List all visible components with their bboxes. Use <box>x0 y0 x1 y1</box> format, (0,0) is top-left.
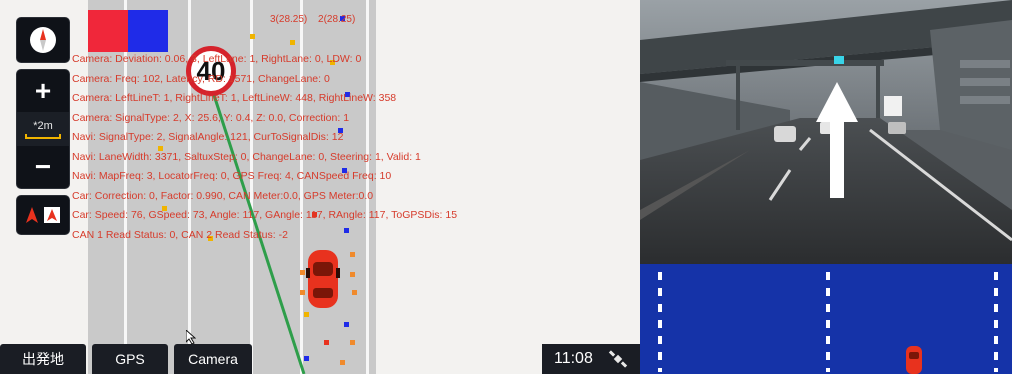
map-view[interactable]: 3(28.25) 2(28.25) 40 Camera: Deviation: … <box>0 0 640 374</box>
camera-button[interactable]: Camera <box>174 344 252 374</box>
lane-coord-label: 2(28.25) <box>318 14 356 25</box>
app-root: 3(28.25) 2(28.25) 40 Camera: Deviation: … <box>0 0 1012 374</box>
map-scale-label: *2m <box>33 119 53 132</box>
lane-dash <box>658 272 662 372</box>
debug-info-overlay: Camera: Deviation: 0.06, 3, LeftLane: 1,… <box>72 50 457 245</box>
debug-line: Camera: SignalType: 2, X: 25.6, Y: 0.4, … <box>72 111 350 124</box>
debug-line: Camera: Deviation: 0.06, 3, LeftLane: 1,… <box>72 53 362 65</box>
origin-button[interactable]: 出発地 <box>0 344 86 374</box>
navigation-arrow-icon <box>26 207 38 223</box>
debug-line: Navi: SignalType: 2, SignalAngle: 121, C… <box>72 131 344 143</box>
lane-dash <box>994 272 998 372</box>
radar-car-marker <box>906 346 922 374</box>
lane-coord-label: 3(28.25) <box>270 14 308 25</box>
debug-line: Camera: LeftLineT: 1, RightLineT: 1, Lef… <box>72 92 397 104</box>
zoom-in-button[interactable]: + <box>17 70 69 112</box>
minus-icon: − <box>34 151 52 182</box>
gps-button-label: GPS <box>115 351 145 367</box>
lane-dash <box>826 272 830 372</box>
debug-line: Car: Correction: 0, Factor: 0.990, CAN M… <box>72 189 374 202</box>
status-clock: 11:08 <box>542 344 640 374</box>
car-marker <box>306 250 340 308</box>
navigation-mode-button[interactable] <box>17 196 69 234</box>
compass-icon <box>30 27 56 53</box>
camera-feed <box>640 0 1012 264</box>
camera-scene <box>640 0 1012 264</box>
flag-marker <box>88 10 168 52</box>
debug-line: Navi: LaneWidth: 3371, SaltuxStep: 0, Ch… <box>72 150 421 163</box>
debug-line: Car: Speed: 76, GSpeed: 73, Angle: 117, … <box>72 209 458 221</box>
lane-radar-view <box>640 264 1012 374</box>
zoom-control: + *2m − <box>17 70 69 188</box>
debug-line: Camera: Freq: 102, Latency, RD: 1571, Ch… <box>72 72 330 85</box>
debug-line: Navi: MapFreq: 3, LocatorFreq: 0, GPS Fr… <box>72 170 392 182</box>
origin-button-label: 出発地 <box>22 351 64 367</box>
camera-button-label: Camera <box>188 351 238 367</box>
navigation-square-icon <box>44 207 60 223</box>
clock-time: 11:08 <box>554 350 593 367</box>
satellite-icon <box>608 350 628 368</box>
scale-bar <box>25 133 61 139</box>
map-scale-indicator: *2m <box>17 112 69 146</box>
gps-button[interactable]: GPS <box>92 344 168 374</box>
zoom-out-button[interactable]: − <box>17 146 69 188</box>
plus-icon: + <box>34 75 52 106</box>
debug-line: CAN 1 Read Status: 0, CAN 2 Read Status:… <box>72 228 288 241</box>
compass-button[interactable] <box>17 18 69 62</box>
mouse-cursor-icon <box>186 330 196 344</box>
lane-coordinate-labels: 3(28.25) 2(28.25) <box>270 14 363 25</box>
